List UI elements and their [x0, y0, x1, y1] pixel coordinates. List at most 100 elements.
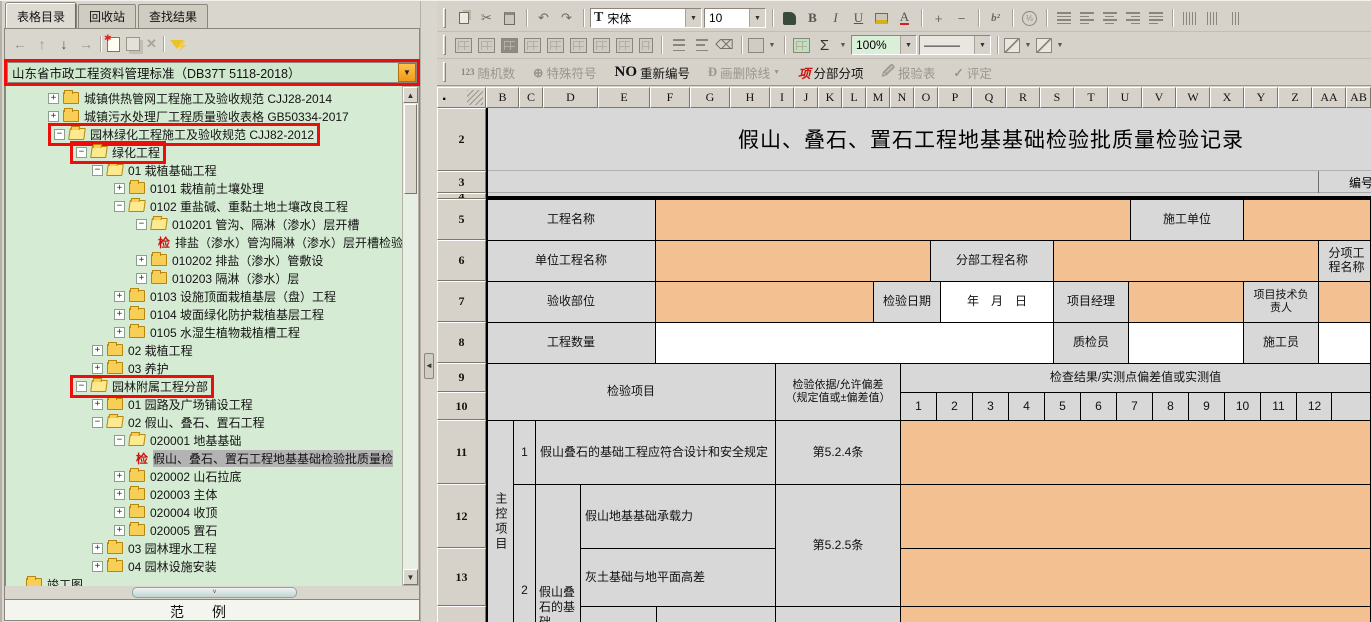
- chevron-down-icon[interactable]: ▼: [749, 9, 765, 27]
- border-style-icon[interactable]: [1036, 38, 1052, 53]
- collapse-minus-icon[interactable]: −: [136, 219, 147, 230]
- expand-plus-icon[interactable]: +: [92, 543, 103, 554]
- tree-item[interactable]: − 0102 重盐碱、重黏土地土壤改良工程: [6, 197, 402, 215]
- cell-inspection-item-header[interactable]: 检验项目: [486, 363, 776, 421]
- column-header[interactable]: T: [1074, 87, 1108, 108]
- undo-icon[interactable]: ↶: [533, 9, 554, 28]
- column-header[interactable]: U: [1108, 87, 1142, 108]
- cut-icon[interactable]: ✂: [476, 9, 497, 28]
- tree-item-label[interactable]: 010202 排盐（渗水）管敷设: [172, 252, 323, 269]
- tree-item-label[interactable]: 0105 水湿生植物栽植槽工程: [150, 324, 300, 341]
- tree-item-label[interactable]: 020002 山石拉底: [150, 468, 241, 485]
- tree-item-label[interactable]: 020003 主体: [150, 486, 217, 503]
- tree-item[interactable]: −园林绿化工程施工及验收规范 CJJ82-2012: [6, 125, 402, 143]
- assessment-button[interactable]: ✓评定: [953, 63, 992, 82]
- column-header[interactable]: H: [730, 87, 770, 108]
- row-header[interactable]: [437, 606, 486, 622]
- cell-division-project-label[interactable]: 分部工程名称: [930, 240, 1054, 282]
- column-header[interactable]: Y: [1244, 87, 1278, 108]
- column-header[interactable]: M: [866, 87, 890, 108]
- row-header[interactable]: 11: [437, 420, 486, 484]
- tree-item-label[interactable]: 0101 栽植前土壤处理: [150, 180, 264, 197]
- tree-item-label[interactable]: 0103 设施顶面栽植基层（盘）工程: [150, 288, 336, 305]
- scroll-down-icon[interactable]: ▼: [403, 569, 418, 585]
- increase-icon[interactable]: +: [928, 9, 949, 28]
- nav-right-icon[interactable]: →: [78, 36, 94, 52]
- tree-item-label[interactable]: 01 园路及广场铺设工程: [128, 396, 253, 413]
- tab-search-results[interactable]: 查找结果: [138, 4, 208, 29]
- cell-inspection-basis-header[interactable]: 检验依据/允许偏差 （规定值或±偏差值）: [775, 363, 901, 421]
- tree-item[interactable]: +0105 水湿生植物栽植槽工程: [6, 323, 402, 341]
- shade-row-icon[interactable]: [593, 38, 610, 53]
- expand-plus-icon[interactable]: +: [114, 489, 125, 500]
- cell-item2-ref[interactable]: 第5.2.5条: [775, 484, 901, 607]
- fraction-icon[interactable]: ⅓: [1019, 9, 1040, 28]
- tree-item[interactable]: +02 栽植工程: [6, 341, 402, 359]
- zoom-select[interactable]: 100% ▼: [851, 35, 917, 55]
- expand-plus-icon[interactable]: +: [114, 471, 125, 482]
- font-color-icon[interactable]: A: [894, 9, 915, 28]
- cell-division-project-input[interactable]: [1053, 240, 1319, 282]
- expand-plus-icon[interactable]: +: [136, 255, 147, 266]
- measure-point-header[interactable]: 3: [972, 392, 1009, 421]
- tree-item[interactable]: +010202 排盐（渗水）管敷设: [6, 251, 402, 269]
- tree-item[interactable]: +0104 坡面绿化防护栽植基层工程: [6, 305, 402, 323]
- column-header[interactable]: J: [794, 87, 818, 108]
- expand-plus-icon[interactable]: +: [92, 363, 103, 374]
- row-spacing-increase-icon[interactable]: [668, 36, 689, 55]
- tree-item-label[interactable]: 园林附属工程分部: [112, 378, 208, 395]
- italic-icon[interactable]: I: [825, 9, 846, 28]
- cell-item2a-text[interactable]: 假山地基基础承载力: [580, 484, 776, 549]
- cell-project-manager-label[interactable]: 项目经理: [1053, 281, 1129, 323]
- cell-item1-text[interactable]: 假山叠石的基础工程应符合设计和安全规定: [535, 420, 776, 485]
- tree-item-label[interactable]: 02 栽植工程: [128, 342, 193, 359]
- tree-item-label[interactable]: 020005 置石: [150, 522, 217, 539]
- tree-item[interactable]: 竣工图: [6, 575, 402, 586]
- tree-item-label[interactable]: 010203 隔淋（渗水）层: [172, 270, 299, 287]
- align-left-icon[interactable]: [1076, 9, 1097, 28]
- cell-row14-c[interactable]: [775, 606, 901, 622]
- row-header[interactable]: 2: [437, 108, 486, 171]
- cell-item1-result[interactable]: [900, 420, 1371, 485]
- copy-table-icon[interactable]: [126, 37, 140, 51]
- copy-icon[interactable]: [453, 9, 474, 28]
- column-header[interactable]: L: [842, 87, 866, 108]
- column-header[interactable]: W: [1176, 87, 1210, 108]
- row-header[interactable]: 9: [437, 363, 486, 392]
- sum-icon[interactable]: Σ: [814, 36, 835, 55]
- tree-item[interactable]: −020001 地基基础: [6, 431, 402, 449]
- insert-cells-icon[interactable]: [455, 38, 472, 53]
- chevron-down-icon[interactable]: ▼: [685, 9, 701, 27]
- collapse-minus-icon[interactable]: −: [114, 201, 125, 212]
- cell-project-name-label[interactable]: 工程名称: [486, 199, 656, 241]
- expand-plus-icon[interactable]: +: [114, 507, 125, 518]
- cell-unit-project-input[interactable]: [655, 240, 931, 282]
- sheet-corner-cell[interactable]: [437, 87, 486, 108]
- vertical-text-2-icon[interactable]: [1202, 9, 1223, 28]
- expand-plus-icon[interactable]: +: [92, 399, 103, 410]
- tree-item[interactable]: +020005 置石: [6, 521, 402, 539]
- expand-plus-icon[interactable]: +: [114, 525, 125, 536]
- chevron-down-icon[interactable]: ▼: [766, 42, 778, 49]
- toolbar-drag-handle[interactable]: [443, 62, 446, 82]
- fill-color-icon[interactable]: [871, 9, 892, 28]
- expand-plus-icon[interactable]: +: [114, 327, 125, 338]
- measure-point-header[interactable]: 2: [936, 392, 973, 421]
- line-style-select[interactable]: ——— ▼: [919, 35, 991, 55]
- nav-down-icon[interactable]: ↓: [56, 36, 72, 52]
- doc-number-row[interactable]: 编号: [486, 171, 1371, 193]
- cell-row14-a[interactable]: [580, 606, 657, 622]
- measure-point-header[interactable]: 4: [1008, 392, 1045, 421]
- chevron-down-icon[interactable]: ▼: [398, 63, 416, 82]
- tree-item-label[interactable]: 0102 重盐碱、重黏土地土壤改良工程: [150, 198, 348, 215]
- delete-cells-icon[interactable]: [478, 38, 495, 53]
- tree-item[interactable]: +城镇供热管网工程施工及验收规范 CJJ28-2014: [6, 89, 402, 107]
- chevron-down-icon[interactable]: ▼: [900, 36, 916, 54]
- cell-item2-number[interactable]: 2: [513, 484, 536, 622]
- tree-item-label[interactable]: 0104 坡面绿化防护栽植基层工程: [150, 306, 324, 323]
- expand-plus-icon[interactable]: +: [114, 183, 125, 194]
- chevron-down-icon[interactable]: ▼: [837, 42, 849, 49]
- cell-unit-project-label[interactable]: 单位工程名称: [486, 240, 656, 282]
- nav-up-icon[interactable]: ↑: [34, 36, 50, 52]
- measure-point-header[interactable]: 6: [1080, 392, 1117, 421]
